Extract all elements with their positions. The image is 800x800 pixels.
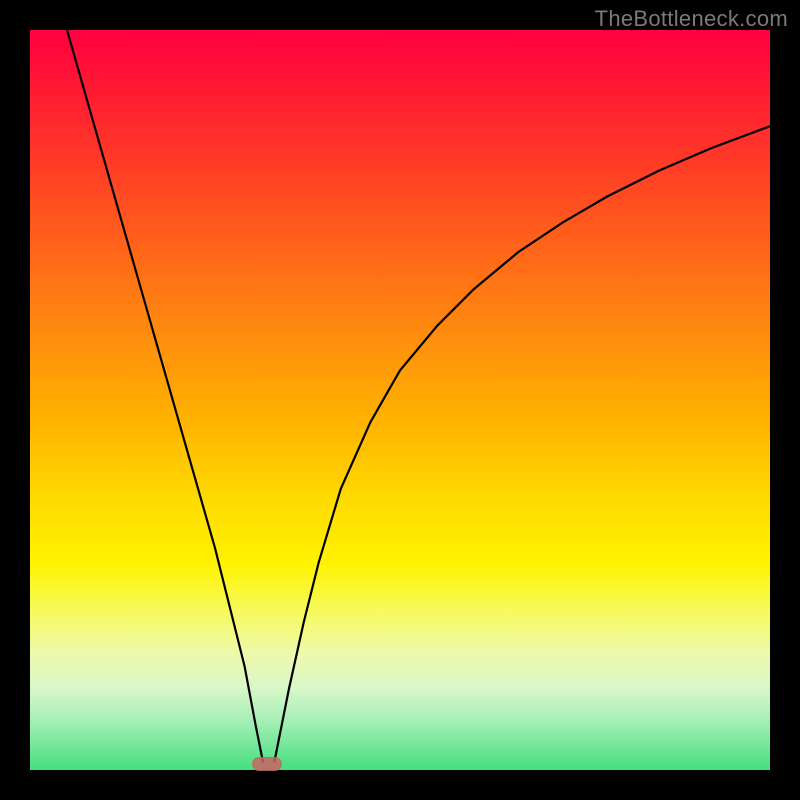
plot-area	[30, 30, 770, 770]
curve-right-branch	[274, 126, 770, 762]
minimum-marker	[252, 757, 282, 771]
curve-left-branch	[67, 30, 263, 763]
bottleneck-curve	[30, 30, 770, 770]
watermark-text: TheBottleneck.com	[595, 6, 788, 32]
